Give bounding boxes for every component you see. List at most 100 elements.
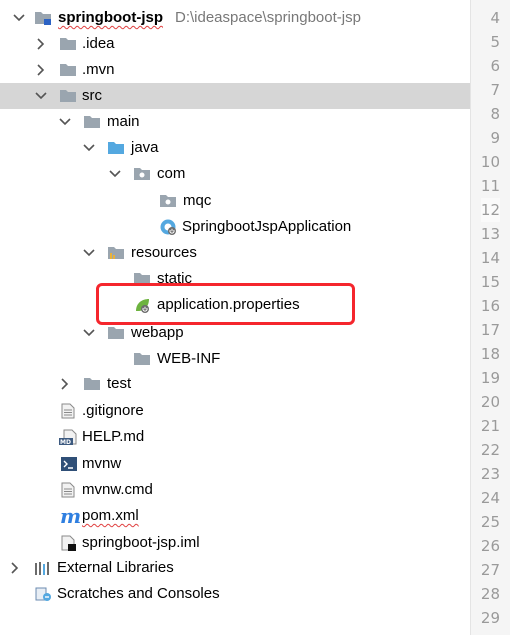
tree-row-mqc[interactable]: mqc	[0, 188, 470, 214]
line-number: 9	[490, 129, 500, 147]
chevron-down-icon[interactable]	[82, 135, 96, 161]
tree-row-gitignore[interactable]: .gitignore	[0, 398, 470, 424]
tree-row-scratches[interactable]: Scratches and Consoles	[0, 581, 470, 607]
project-tree: springboot-jsp D:\ideaspace\springboot-js…	[0, 0, 470, 635]
line-number: 12	[480, 198, 500, 222]
scratches-icon	[35, 587, 51, 601]
project-name-text: springboot-jsp	[58, 9, 163, 26]
tree-label-gitignore: .gitignore	[82, 402, 144, 419]
markdown-file-icon: MD	[59, 429, 77, 445]
tree-label-webinf: WEB-INF	[157, 350, 221, 367]
module-file-icon	[61, 535, 76, 551]
line-number: 25	[480, 513, 500, 531]
folder-icon	[108, 327, 124, 339]
line-number: 7	[490, 81, 500, 99]
tree-label-helpmd: HELP.md	[82, 428, 145, 445]
tree-row-resources[interactable]: resources	[0, 240, 470, 266]
line-number: 10	[480, 153, 500, 171]
line-number: 20	[480, 393, 500, 411]
tree-label-main: main	[107, 113, 140, 130]
tree-row-mvnwcmd[interactable]: mvnw.cmd	[0, 477, 470, 503]
resources-folder-icon	[108, 247, 124, 259]
chevron-down-icon[interactable]	[34, 83, 48, 109]
line-number: 29	[480, 609, 500, 627]
tree-label-scratches: Scratches and Consoles	[57, 585, 220, 602]
libraries-icon	[35, 562, 49, 575]
package-icon	[160, 195, 176, 207]
line-number-gutter: 4 5 6 7 8 9 10 11 12 13 14 15 16 17 18 19 20 21 22 23 24 25 26…	[470, 0, 510, 635]
tree-label-external-libraries: External Libraries	[57, 559, 174, 576]
chevron-right-icon[interactable]	[8, 555, 22, 581]
chevron-down-icon[interactable]	[82, 240, 96, 266]
tree-row-external-libraries[interactable]: External Libraries	[0, 555, 470, 581]
line-number: 18	[480, 345, 500, 363]
tree-row-webinf[interactable]: WEB-INF	[0, 346, 470, 372]
tree-row-src[interactable]: src	[0, 83, 470, 109]
folder-icon	[84, 116, 100, 128]
tree-row-idea[interactable]: .idea	[0, 31, 470, 57]
spring-boot-class-icon	[160, 219, 176, 235]
line-number: 16	[480, 297, 500, 315]
line-number: 19	[480, 369, 500, 387]
tree-row-project-root[interactable]: springboot-jsp D:\ideaspace\springboot-js…	[0, 5, 470, 31]
line-number: 24	[480, 489, 500, 507]
folder-icon	[60, 90, 76, 102]
line-number: 21	[480, 417, 500, 435]
tree-label-com: com	[157, 165, 186, 182]
tree-row-pom[interactable]: m pom.xml	[0, 503, 470, 529]
md-badge-text: MD	[60, 439, 71, 445]
tree-row-app-class[interactable]: SpringbootJspApplication	[0, 214, 470, 240]
line-number: 22	[480, 441, 500, 459]
chevron-down-icon[interactable]	[58, 109, 72, 135]
tree-label-mqc: mqc	[183, 192, 212, 209]
tree-row-main[interactable]: main	[0, 109, 470, 135]
tree-label-mvnwcmd: mvnw.cmd	[82, 481, 153, 498]
chevron-right-icon[interactable]	[34, 31, 48, 57]
tree-label-mvn: .mvn	[82, 61, 115, 78]
tree-label-pom: pom.xml	[82, 507, 139, 524]
tree-row-helpmd[interactable]: MD HELP.md	[0, 424, 470, 450]
line-number: 28	[480, 585, 500, 603]
text-file-icon	[61, 482, 75, 498]
tree-row-com[interactable]: com	[0, 161, 470, 187]
line-number: 11	[480, 177, 500, 195]
tree-label-src: src	[82, 87, 102, 104]
line-number: 5	[490, 33, 500, 51]
chevron-right-icon[interactable]	[34, 57, 48, 83]
tree-row-mvnw[interactable]: mvnw	[0, 451, 470, 477]
folder-icon	[84, 378, 100, 390]
chevron-down-icon[interactable]	[12, 5, 26, 31]
line-number: 4	[490, 9, 500, 27]
project-path: D:\ideaspace\springboot-jsp	[175, 9, 361, 26]
text-file-icon	[61, 403, 75, 419]
chevron-down-icon[interactable]	[108, 161, 122, 187]
project-name: springboot-jsp D:\ideaspace\springboot-js…	[58, 5, 361, 31]
tree-row-mvn[interactable]: .mvn	[0, 57, 470, 83]
line-number: 17	[480, 321, 500, 339]
tree-label-idea: .idea	[82, 35, 115, 52]
tree-label-mvnw: mvnw	[82, 455, 122, 472]
line-number: 27	[480, 561, 500, 579]
tree-label-resources: resources	[131, 244, 197, 261]
source-folder-icon	[108, 142, 124, 154]
line-number: 8	[490, 105, 500, 123]
line-number: 15	[480, 273, 500, 291]
line-number: 26	[480, 537, 500, 555]
line-number: 6	[490, 57, 500, 75]
chevron-down-icon[interactable]	[82, 320, 96, 346]
package-icon	[134, 168, 150, 180]
folder-icon	[35, 12, 51, 25]
maven-icon: m	[60, 504, 82, 528]
tree-label-test: test	[107, 375, 132, 392]
tree-row-java[interactable]: java	[0, 135, 470, 161]
tree-row-test[interactable]: test	[0, 371, 470, 397]
folder-icon	[60, 64, 76, 76]
highlight-box	[96, 283, 355, 325]
tree-row-iml[interactable]: springboot-jsp.iml	[0, 530, 470, 556]
tree-label-java: java	[131, 139, 159, 156]
line-number: 14	[480, 249, 500, 267]
line-number: 23	[480, 465, 500, 483]
chevron-right-icon[interactable]	[58, 371, 72, 397]
folder-icon	[134, 353, 150, 365]
line-number: 13	[480, 225, 500, 243]
